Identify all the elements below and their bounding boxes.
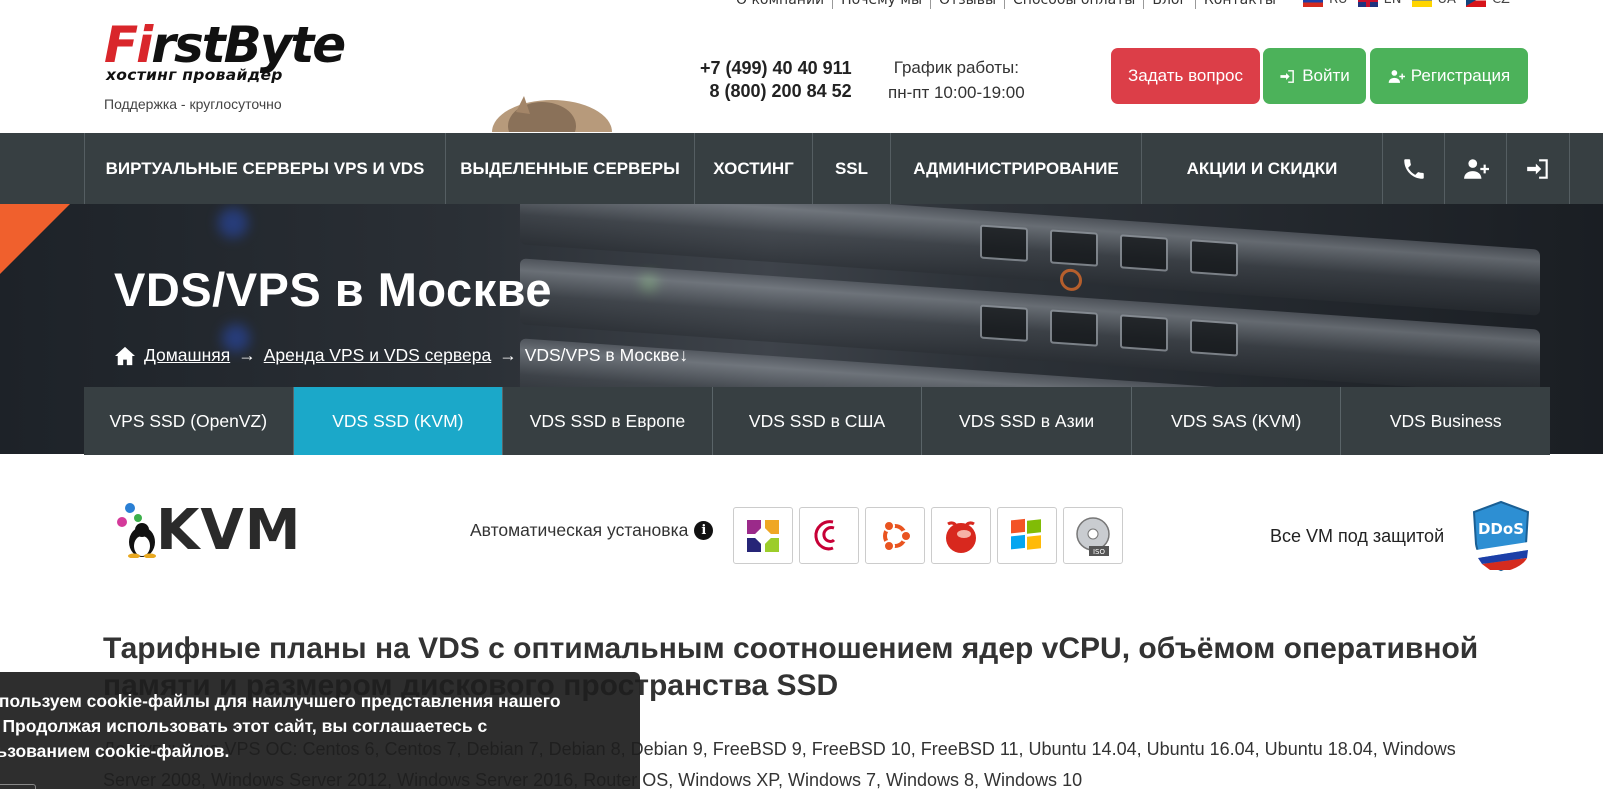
kvm-logo: KVM (116, 500, 301, 559)
debian-icon (814, 519, 836, 550)
breadcrumb-current: VDS/VPS в Москве (524, 345, 680, 365)
nav-vps-vds[interactable]: ВИРТУАЛЬНЫЕ СЕРВЕРЫ VPS И VDS (85, 133, 446, 204)
breadcrumb: Домашняя → Аренда VPS и VDS сервера → VD… (114, 345, 688, 366)
ask-question-button[interactable]: Задать вопрос (1111, 48, 1260, 104)
sign-in-icon (1280, 69, 1295, 83)
user-plus-icon (1388, 69, 1405, 83)
centos-icon (747, 519, 779, 552)
logo-wordmark: FirstByte (104, 16, 346, 74)
home-icon (115, 346, 135, 365)
cookie-text: Мы используем cookie-файлы для наилучшег… (0, 691, 561, 761)
work-schedule: График работы: пн-пт 10:00-19:00 (888, 55, 1025, 105)
login-button[interactable]: Войти (1263, 48, 1366, 104)
svg-text:DDoS: DDoS (1478, 520, 1524, 538)
top-link-about[interactable]: О компании (728, 0, 834, 9)
ubuntu-icon (883, 519, 912, 552)
support-note: Поддержка - круглосуточно (104, 96, 282, 112)
os-icon-list: ISO (733, 507, 1123, 564)
ddos-shield-icon: DDoS (1472, 500, 1530, 572)
tab-vds-ssd-asia[interactable]: VDS SSD в Азии (922, 387, 1132, 455)
os-centos[interactable] (733, 507, 793, 564)
arrow-down-icon: ↓ (679, 345, 689, 365)
cookie-banner: Мы используем cookie-файлы для наилучшег… (0, 672, 640, 789)
accent-corner (0, 204, 70, 274)
windows-icon (1011, 518, 1041, 550)
breadcrumb-arrow-icon: → (238, 345, 256, 365)
lang-ru[interactable]: RU (1303, 0, 1348, 9)
logo-tagline: хостинг провайдер (106, 66, 283, 84)
schedule-hours: пн-пт 10:00-19:00 (888, 83, 1025, 102)
top-links: О компании Почему мы Отзывы Способы опла… (728, 0, 1284, 9)
top-link-why-us[interactable]: Почему мы (833, 0, 932, 9)
language-switcher: RU EN UA CZ (1303, 0, 1510, 9)
logo[interactable]: FirstByte хостинг провайдер (104, 16, 414, 88)
phone-freecall[interactable]: 8 (800) 200 84 52 (700, 80, 852, 103)
freebsd-icon (946, 520, 976, 553)
user-plus-icon (1463, 158, 1489, 179)
breadcrumb-vps-rent[interactable]: Аренда VPS и VDS сервера (264, 345, 491, 366)
phone-icon (1403, 158, 1424, 179)
nav-dedicated[interactable]: ВЫДЕЛЕННЫЕ СЕРВЕРЫ (446, 133, 695, 204)
nav-hosting[interactable]: ХОСТИНГ (695, 133, 813, 204)
register-button[interactable]: Регистрация (1370, 48, 1528, 104)
phone-moscow[interactable]: +7 (499) 40 40 911 (700, 57, 852, 80)
os-debian[interactable] (799, 507, 859, 564)
tab-vds-business[interactable]: VDS Business (1341, 387, 1550, 455)
nav-phone-button[interactable] (1383, 133, 1445, 204)
ddos-protection-label: Все VM под защитой (1270, 526, 1445, 546)
os-ubuntu[interactable] (865, 507, 925, 564)
nav-ssl[interactable]: SSL (813, 133, 891, 204)
cookie-accept-button[interactable] (0, 784, 36, 789)
page-title: VDS/VPS в Москве (114, 263, 553, 316)
info-icon[interactable]: i (694, 521, 714, 540)
nav-promotions[interactable]: АКЦИИ И СКИДКИ (1142, 133, 1383, 204)
os-iso[interactable]: ISO (1063, 507, 1123, 564)
vds-type-tabs: VPS SSD (OpenVZ) VDS SSD (KVM) VDS SSD в… (84, 387, 1550, 455)
top-link-blog[interactable]: Блог (1144, 0, 1196, 9)
flag-en-icon (1357, 0, 1378, 7)
auto-install-label: Автоматическая установка i (470, 520, 714, 541)
top-link-reviews[interactable]: Отзывы (931, 0, 1006, 9)
tux-penguin-icon (117, 503, 156, 558)
flag-ua-icon (1411, 0, 1432, 7)
schedule-label: График работы: (893, 58, 1019, 77)
os-freebsd[interactable] (931, 507, 991, 564)
breadcrumb-arrow-icon: → (499, 345, 517, 365)
svg-text:ISO: ISO (1093, 548, 1106, 556)
nav-administration[interactable]: АДМИНИСТРИРОВАНИЕ (891, 133, 1142, 204)
nav-login-button[interactable] (1507, 133, 1570, 204)
os-windows[interactable] (997, 507, 1057, 564)
nav-register-button[interactable] (1445, 133, 1507, 204)
tab-vds-ssd-kvm[interactable]: VDS SSD (KVM) (293, 387, 504, 455)
tab-vds-ssd-europe[interactable]: VDS SSD в Европе (503, 387, 713, 455)
flag-cz-icon (1465, 0, 1486, 7)
iso-disc-icon: ISO (1076, 516, 1110, 556)
tab-vds-sas-kvm[interactable]: VDS SAS (KVM) (1132, 387, 1342, 455)
lang-en[interactable]: EN (1357, 0, 1402, 9)
phone-numbers: +7 (499) 40 40 911 8 (800) 200 84 52 (700, 57, 852, 103)
main-navigation: ВИРТУАЛЬНЫЕ СЕРВЕРЫ VPS И VDS ВЫДЕЛЕННЫЕ… (0, 133, 1603, 204)
lang-cz[interactable]: CZ (1465, 0, 1510, 9)
tab-vds-ssd-usa[interactable]: VDS SSD в США (713, 387, 923, 455)
lang-ua[interactable]: UA (1411, 0, 1456, 9)
sign-in-icon (1527, 158, 1548, 179)
top-link-contacts[interactable]: Контакты (1196, 0, 1284, 9)
top-link-payment[interactable]: Способы оплаты (1005, 0, 1145, 9)
cat-mascot-icon (492, 96, 612, 132)
tab-vps-ssd-openvz[interactable]: VPS SSD (OpenVZ) (84, 387, 294, 455)
flag-ru-icon (1303, 0, 1323, 7)
breadcrumb-home[interactable]: Домашняя (144, 345, 230, 366)
